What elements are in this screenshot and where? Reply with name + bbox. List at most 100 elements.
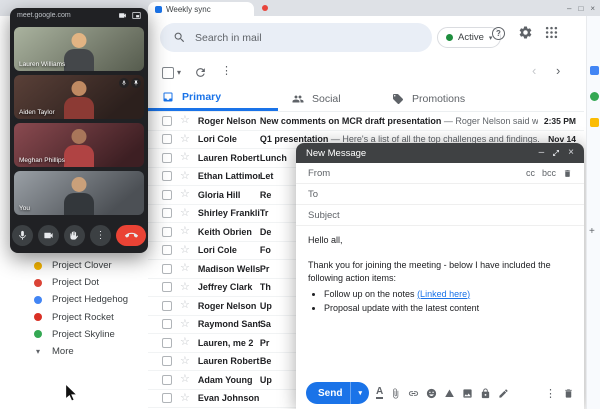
star-icon[interactable]: ☆ [180,337,190,348]
insert-image-button[interactable] [462,388,473,399]
star-icon[interactable]: ☆ [180,189,190,200]
attach-button[interactable] [390,388,401,399]
search-input[interactable]: Search in mail [160,23,432,52]
email-checkbox[interactable] [162,153,172,163]
meet-more-button[interactable]: ⋮ [90,225,111,246]
participant-tile[interactable]: Lauren Williams [14,27,144,71]
star-icon[interactable]: ☆ [180,245,190,256]
email-checkbox[interactable] [162,356,172,366]
sidebar-label-item[interactable]: Project Rocket [34,309,152,326]
compose-subject-row[interactable]: Subject [296,205,584,226]
meet-window[interactable]: meet.google.com Lauren Williams Aiden Ta… [10,8,148,253]
participant-tile[interactable]: You [14,171,144,215]
select-caret-icon[interactable]: ▾ [177,68,181,77]
trash-icon[interactable] [563,169,572,178]
star-icon[interactable]: ☆ [180,171,190,182]
email-checkbox[interactable] [162,301,172,311]
star-icon[interactable]: ☆ [180,393,190,404]
meet-controls: ⋮ [10,219,148,252]
email-checkbox[interactable] [162,190,172,200]
star-icon[interactable]: ☆ [180,374,190,385]
cc-button[interactable]: cc [526,168,535,178]
pip-icon[interactable] [132,11,141,20]
email-checkbox[interactable] [162,227,172,237]
close-icon[interactable]: × [568,148,574,158]
minimize-icon[interactable]: – [539,148,545,158]
to-label: To [308,189,318,200]
settings-button[interactable] [518,25,533,40]
send-button[interactable]: Send ▾ [306,382,369,404]
email-checkbox[interactable] [162,134,172,144]
star-icon[interactable]: ☆ [180,356,190,367]
tab-promotions[interactable]: Promotions [378,86,514,111]
star-icon[interactable]: ☆ [180,208,190,219]
participant-tile[interactable]: Meghan Phillips [14,123,144,167]
refresh-button[interactable] [194,66,207,79]
tab-primary[interactable]: Primary [148,86,278,111]
star-icon[interactable]: ☆ [180,319,190,330]
discard-draft-button[interactable] [563,388,574,399]
sidebar-label-item[interactable]: Project Hedgehog [34,291,152,308]
compose-window[interactable]: New Message – × From cc bcc To Subject H… [296,143,584,409]
email-checkbox[interactable] [162,319,172,329]
email-checkbox[interactable] [162,116,172,126]
insert-signature-button[interactable] [498,388,509,399]
email-checkbox[interactable] [162,171,172,181]
mic-button[interactable] [12,225,33,246]
calendar-icon[interactable] [590,66,599,75]
apps-grid-button[interactable] [544,25,559,40]
email-checkbox[interactable] [162,264,172,274]
select-all-checkbox[interactable] [162,67,174,79]
send-options-caret-icon[interactable]: ▾ [351,389,369,397]
insert-link-button[interactable] [408,388,419,399]
tab-social[interactable]: Social [278,86,378,111]
compose-from-row[interactable]: From cc bcc [296,163,584,184]
email-checkbox[interactable] [162,375,172,385]
expand-icon[interactable] [552,149,560,157]
compose-header[interactable]: New Message – × [296,143,584,163]
formatting-button[interactable]: A [376,387,383,399]
star-icon[interactable]: ☆ [180,134,190,145]
window-maximize-button[interactable]: □ [578,4,583,13]
sidebar-label-item[interactable]: Project Skyline [34,326,152,343]
star-icon[interactable]: ☆ [180,115,190,126]
email-checkbox[interactable] [162,338,172,348]
browser-tab[interactable]: Weekly sync [148,2,254,16]
action-item-link[interactable]: (Linked here) [417,289,470,299]
add-panel-button[interactable]: + [589,226,595,237]
compose-title: New Message [306,148,539,159]
window-minimize-button[interactable]: – [567,4,571,13]
help-button[interactable]: ? [492,27,505,40]
labels-more-button[interactable]: ▾ More [34,343,152,360]
keep-icon[interactable] [590,118,599,127]
compose-more-button[interactable]: ⋮ [545,387,556,400]
window-close-button[interactable]: × [590,4,595,13]
confidential-mode-button[interactable] [480,388,491,399]
camera-button[interactable] [38,225,59,246]
participant-tile[interactable]: Aiden Taylor [14,75,144,119]
sidebar-label-item[interactable]: Project Dot [34,274,152,291]
email-checkbox[interactable] [162,282,172,292]
bcc-button[interactable]: bcc [542,168,556,178]
chevron-right-icon[interactable]: › [556,63,560,78]
email-checkbox[interactable] [162,393,172,403]
participant-avatar [72,81,87,96]
star-icon[interactable]: ☆ [180,152,190,163]
chevron-left-icon[interactable]: ‹ [532,63,536,78]
compose-to-row[interactable]: To [296,184,584,205]
star-icon[interactable]: ☆ [180,282,190,293]
end-call-button[interactable] [116,225,146,246]
insert-drive-button[interactable] [444,388,455,399]
email-row[interactable]: ☆Roger NelsonNew comments on MCR draft p… [148,112,584,131]
star-icon[interactable]: ☆ [180,226,190,237]
sidebar-label-item[interactable]: Project Clover [34,257,152,274]
more-options-button[interactable]: ⋮ [221,64,232,77]
email-checkbox[interactable] [162,245,172,255]
star-icon[interactable]: ☆ [180,300,190,311]
compose-body[interactable]: Hello all, Thank you for joining the mee… [296,226,584,377]
raise-hand-button[interactable] [64,225,85,246]
call-icon[interactable] [590,92,599,101]
email-checkbox[interactable] [162,208,172,218]
star-icon[interactable]: ☆ [180,263,190,274]
insert-emoji-button[interactable] [426,388,437,399]
